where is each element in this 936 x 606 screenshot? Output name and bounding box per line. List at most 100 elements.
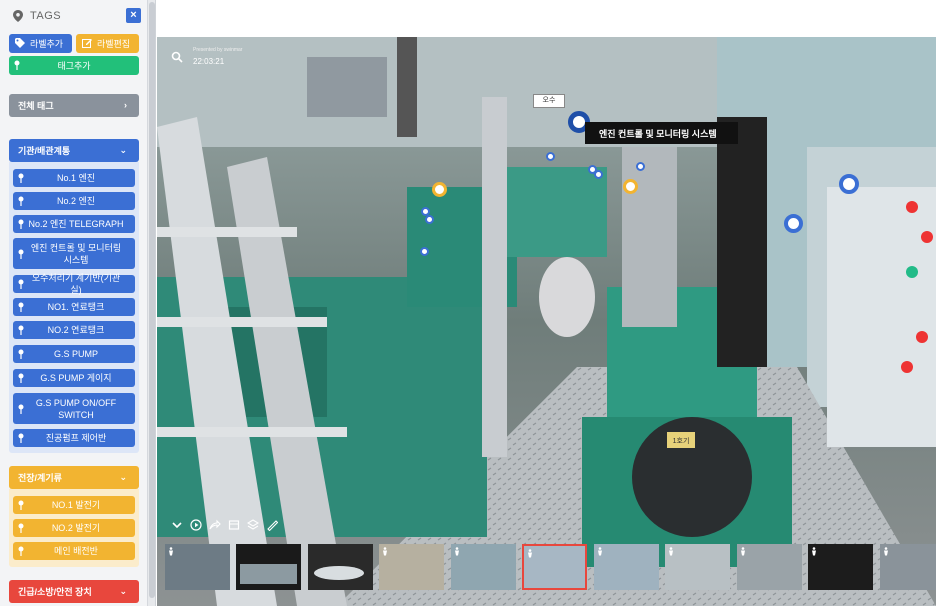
scene-thumbnail[interactable] xyxy=(665,544,730,590)
tag-hotspot[interactable] xyxy=(636,162,645,171)
tag-pin-icon xyxy=(18,325,24,335)
tag-pin-icon xyxy=(18,173,24,183)
tag-hotspot[interactable] xyxy=(420,247,429,256)
section-engine[interactable]: 기관/배관계통 ⌄ xyxy=(9,139,139,162)
tag-item[interactable]: 진공펌프 제어반 xyxy=(13,429,135,447)
tag-item[interactable]: No.1 엔진 xyxy=(13,169,135,187)
tag-item-label: G.S PUMP xyxy=(53,349,98,359)
person-icon xyxy=(528,549,532,558)
person-icon xyxy=(455,547,459,556)
scene-thumbnail[interactable] xyxy=(451,544,516,590)
tag-icon xyxy=(15,38,25,48)
person-icon xyxy=(169,547,173,556)
scene-thumbnail[interactable] xyxy=(594,544,659,590)
share-icon[interactable] xyxy=(209,519,221,531)
add-tag-text: 태그추가 xyxy=(57,61,91,71)
section-all-tags-label: 전체 태그 xyxy=(18,101,54,111)
map-pin-icon xyxy=(13,10,23,22)
add-label-button[interactable]: 라벨추가 xyxy=(9,34,72,53)
layers-icon[interactable] xyxy=(247,519,259,531)
tag-hotspot[interactable] xyxy=(425,215,434,224)
tag-pin-icon xyxy=(18,433,24,443)
scene-thumbnail-strip xyxy=(165,544,936,590)
tag-pin-icon xyxy=(18,279,24,289)
tag-item-label: No.2 엔진 xyxy=(56,196,96,206)
tag-item[interactable]: G.S PUMP ON/OFF SWITCH xyxy=(13,393,135,424)
vr-icon[interactable] xyxy=(228,519,240,531)
tag-hotspot[interactable] xyxy=(623,179,638,194)
tag-pin-icon xyxy=(18,546,24,556)
scene-thumbnail[interactable] xyxy=(379,544,444,590)
tag-pin-icon xyxy=(18,302,24,312)
tag-pin-icon xyxy=(18,249,24,259)
ruler-icon[interactable] xyxy=(266,519,278,531)
chevron-down-icon: ⌄ xyxy=(119,586,127,596)
chevron-down-icon: ⌄ xyxy=(119,472,127,482)
tag-item-label: 엔진 컨트롤 및 모니터링 시스템 xyxy=(30,242,122,265)
tags-sidebar: TAGS × 라벨추가 라벨편집 태그추가 전체 태그 › 기관/배관계통 ⌄ … xyxy=(0,0,148,606)
tag-pin-icon xyxy=(14,60,20,70)
tag-item[interactable]: G.S PUMP 게이지 xyxy=(13,369,135,387)
tag-item-label: G.S PUMP 게이지 xyxy=(40,373,112,383)
tag-pin-icon xyxy=(18,500,24,510)
tag-item-label: No.1 엔진 xyxy=(56,173,96,183)
sidebar-scrollbar[interactable] xyxy=(148,0,156,606)
tag-item-label: NO.2 발전기 xyxy=(51,523,101,533)
tag-hotspot[interactable] xyxy=(839,174,859,194)
tag-item-label: NO.2 연료탱크 xyxy=(47,325,105,335)
tag-item[interactable]: 오수처리기 계기반(기관실) xyxy=(13,273,135,295)
edit-label-button[interactable]: 라벨편집 xyxy=(76,34,139,53)
tag-item[interactable]: No.2 엔진 TELEGRAPH xyxy=(13,215,135,233)
tag-hotspot[interactable] xyxy=(432,182,447,197)
person-icon xyxy=(741,547,745,556)
tags-title: TAGS xyxy=(30,10,62,22)
tag-hotspot[interactable] xyxy=(546,152,555,161)
section-electric[interactable]: 전장/계기류 ⌄ xyxy=(9,466,139,489)
tag-item-label: NO1. 연료탱크 xyxy=(47,302,105,312)
tag-item[interactable]: G.S PUMP xyxy=(13,345,135,363)
person-icon xyxy=(884,547,888,556)
edit-icon xyxy=(82,39,92,48)
scene-thumbnail[interactable] xyxy=(236,544,301,590)
tag-item[interactable]: NO.2 연료탱크 xyxy=(13,321,135,339)
person-icon xyxy=(383,547,387,556)
tag-item-label: NO.1 발전기 xyxy=(51,500,101,510)
section-safety[interactable]: 긴급/소방/안전 장치 ⌄ xyxy=(9,580,139,603)
chevron-down-icon[interactable] xyxy=(171,519,183,531)
tag-hotspot[interactable] xyxy=(784,214,803,233)
chevron-down-icon: ⌄ xyxy=(119,145,127,155)
tag-item-label: G.S PUMP ON/OFF SWITCH xyxy=(35,397,117,420)
search-icon[interactable] xyxy=(171,51,183,63)
add-tag-button[interactable]: 태그추가 xyxy=(9,56,139,75)
tag-item-label: 오수처리기 계기반(기관실) xyxy=(31,273,121,295)
hotspot-tooltip: 엔진 컨트롤 및 모니터링 시스템 xyxy=(585,122,738,144)
scene-thumbnail[interactable] xyxy=(165,544,230,590)
section-all-tags[interactable]: 전체 태그 › xyxy=(9,94,139,117)
room-sign: 오수 xyxy=(533,94,565,108)
tag-item-label: No.2 엔진 TELEGRAPH xyxy=(28,219,124,229)
tag-hotspot[interactable] xyxy=(594,170,603,179)
person-icon xyxy=(669,547,673,556)
section-safety-label: 긴급/소방/안전 장치 xyxy=(18,587,92,597)
scene-thumbnail[interactable] xyxy=(880,544,936,590)
tag-item[interactable]: NO1. 연료탱크 xyxy=(13,298,135,316)
scene-thumbnail[interactable] xyxy=(808,544,873,590)
person-icon xyxy=(812,547,816,556)
tag-item[interactable]: 엔진 컨트롤 및 모니터링 시스템 xyxy=(13,238,135,269)
tag-item[interactable]: NO.2 발전기 xyxy=(13,519,135,537)
close-button[interactable]: × xyxy=(126,8,141,23)
scrollbar-thumb[interactable] xyxy=(149,2,155,598)
scene-thumbnail[interactable] xyxy=(737,544,802,590)
tag-pin-icon xyxy=(18,196,24,206)
tag-pin-icon xyxy=(18,523,24,533)
tag-item[interactable]: NO.1 발전기 xyxy=(13,496,135,514)
clock-text: 22:03:21 xyxy=(193,57,225,66)
scene-thumbnail[interactable] xyxy=(308,544,373,590)
tag-item[interactable]: No.2 엔진 xyxy=(13,192,135,210)
tag-item[interactable]: 메인 배전반 xyxy=(13,542,135,560)
plate-text: 1호기 xyxy=(673,436,690,445)
main-area: 1호기 Presented by swinmar 22:03:21 오수 엔진 … xyxy=(157,0,936,606)
play-icon[interactable] xyxy=(190,519,202,531)
scene-thumbnail-active[interactable] xyxy=(522,544,587,590)
panorama-viewer[interactable]: 1호기 Presented by swinmar 22:03:21 오수 엔진 … xyxy=(157,37,936,606)
